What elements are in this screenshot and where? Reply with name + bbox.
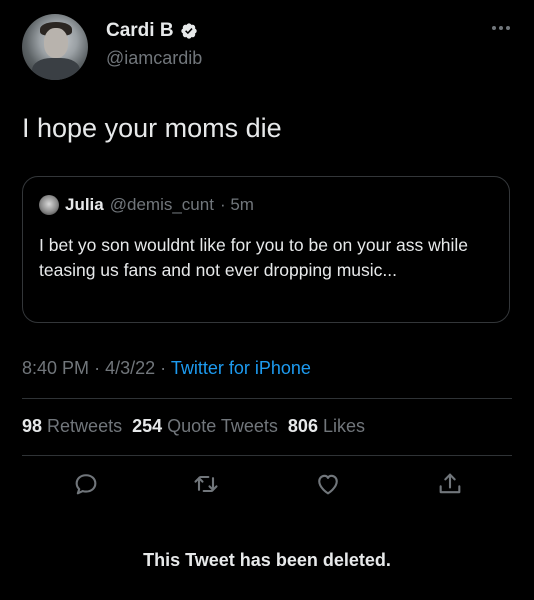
meta-separator: · [160, 358, 167, 378]
quotes-label: Quote Tweets [167, 416, 278, 436]
more-icon[interactable] [492, 26, 514, 34]
quoted-tweet-text: I bet yo son wouldnt like for you to be … [39, 235, 468, 280]
author-handle[interactable]: @iamcardib [106, 48, 202, 69]
retweet-button[interactable] [192, 470, 220, 498]
share-icon [439, 473, 461, 494]
quoted-author-avatar [39, 195, 59, 215]
like-icon [318, 474, 338, 495]
deleted-notice: This Tweet has been deleted. [143, 550, 391, 570]
reply-button[interactable] [72, 470, 100, 498]
quoted-author-handle: @demis_cunt [109, 195, 214, 214]
likes-label: Likes [322, 416, 366, 436]
share-button[interactable] [436, 470, 464, 498]
quote-tweets-stat[interactable]: 254 Quote Tweets [132, 416, 278, 436]
author-name[interactable]: Cardi B [106, 20, 174, 42]
likes-stat[interactable]: 806 Likes [288, 416, 365, 436]
retweets-label: Retweets [47, 416, 123, 436]
retweets-stat[interactable]: 98 Retweets [22, 416, 122, 436]
author-name-row: Cardi B [106, 20, 198, 42]
divider [22, 398, 512, 399]
retweet-icon [194, 475, 218, 493]
tweet-date[interactable]: 4/3/22 [105, 358, 155, 378]
likes-count: 806 [287, 416, 318, 436]
divider [22, 455, 512, 456]
tweet-meta: 8:40 PM · 4/3/22 · Twitter for iPhone [22, 358, 311, 379]
like-button[interactable] [314, 470, 342, 498]
quoted-tweet[interactable]: Julia @demis_cunt · 5m I bet yo son woul… [22, 176, 510, 323]
author-avatar[interactable] [22, 14, 88, 80]
tweet-text: I hope your moms die [22, 113, 282, 143]
tweet-header: Cardi B @iamcardib [22, 14, 520, 84]
tweet-source-link[interactable]: Twitter for iPhone [171, 358, 311, 378]
tweet-actions [0, 470, 534, 506]
verified-badge-icon [180, 23, 197, 39]
quoted-author-name: Julia [65, 195, 104, 214]
tweet-time[interactable]: 8:40 PM [22, 358, 89, 378]
tweet-stats: 98 Retweets 254 Quote Tweets 806 Likes [22, 416, 365, 437]
reply-icon [75, 474, 97, 495]
quoted-tweet-time: · 5m [219, 195, 254, 214]
quoted-tweet-header: Julia @demis_cunt · 5m [39, 195, 254, 215]
meta-separator: · [94, 358, 101, 378]
retweets-count: 98 [22, 416, 43, 436]
quotes-count: 254 [132, 416, 163, 436]
